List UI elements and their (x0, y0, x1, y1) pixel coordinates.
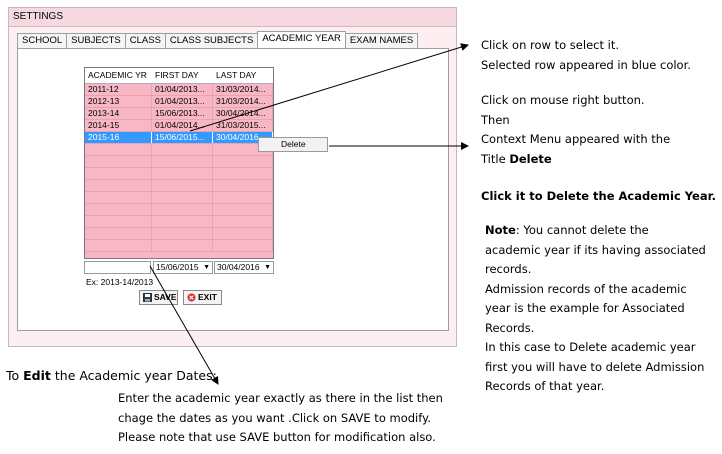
note-line: first you will have to delete Admission (485, 359, 705, 374)
delete-restriction-note: Note: You cannot delete the academic yea… (485, 221, 706, 397)
note-line: In this case to Delete academic year (485, 340, 696, 354)
note-line: Please note that use SAVE button for mod… (118, 430, 436, 444)
edit-dates-heading: To Edit the Academic year Dates: (6, 366, 217, 386)
note-line: records. (485, 262, 532, 276)
context-menu-note: Click on mouse right button. Then Contex… (481, 91, 670, 169)
delete-instruction: Click it to Delete the Academic Year. (481, 187, 716, 207)
note-line: Click on mouse right button. (481, 93, 645, 107)
note-line: year is the example for Associated (485, 301, 685, 315)
note-line: Click on row to select it. (481, 38, 619, 52)
arrow-select-row (189, 43, 469, 132)
note-line: Admission records of the academic (485, 281, 687, 296)
note-line: Records. (485, 320, 535, 335)
note-text: To (6, 368, 24, 383)
note-line: Enter the academic year exactly as there… (118, 391, 443, 405)
note-text: the Academic year Dates: (50, 368, 217, 383)
note-line: Title Delete (481, 150, 670, 170)
note-text: Title (481, 151, 510, 166)
note-line: Context Menu appeared with the (481, 132, 671, 146)
note-line: Records of that year. (485, 379, 605, 393)
note-line: Selected row appeared in blue color. (481, 57, 691, 72)
note-emphasis: Delete (509, 151, 552, 166)
note-line: Then (481, 112, 510, 127)
note-line: academic year if its having associated (485, 242, 706, 257)
select-row-note: Click on row to select it. Selected row … (481, 36, 691, 75)
edit-dates-note: Enter the academic year exactly as there… (118, 389, 443, 448)
note-emphasis: Edit (23, 368, 51, 383)
note-text: : You cannot delete the (515, 223, 649, 237)
note-emphasis: Click it to Delete the Academic Year. (481, 189, 716, 203)
note-label: Note (485, 223, 516, 237)
note-line: chage the dates as you want .Click on SA… (118, 410, 431, 425)
note-line: Note: You cannot delete the (485, 221, 706, 241)
